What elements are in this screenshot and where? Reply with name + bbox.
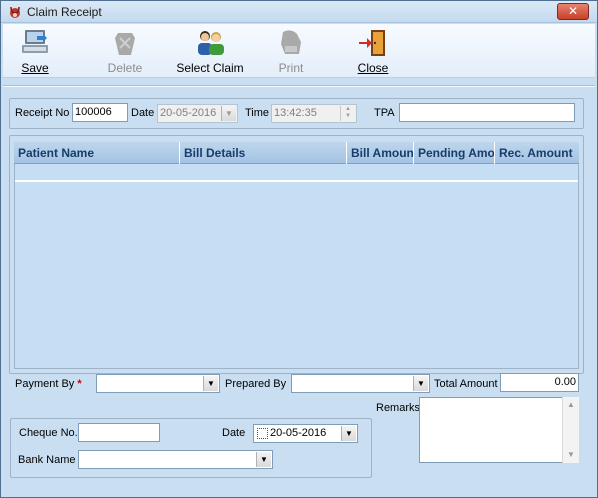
print-button[interactable]: Print (273, 26, 309, 76)
cheque-date-picker[interactable]: 20-05-2016 ▼ (253, 424, 358, 443)
total-amount-label: Total Amount (434, 378, 498, 390)
time-label: Time (245, 107, 270, 119)
print-icon (281, 30, 301, 54)
save-computer-icon (22, 30, 48, 53)
payment-by-label: Payment By * (15, 378, 82, 390)
chevron-down-icon: ▼ (413, 376, 428, 391)
delete-button[interactable]: Delete (105, 26, 145, 76)
receipt-no-input[interactable]: 100006 (72, 103, 128, 122)
tpa-label: TPA (374, 107, 395, 119)
prepared-by-label: Prepared By (225, 378, 287, 390)
chevron-down-icon: ▼ (221, 106, 236, 121)
remarks-textarea[interactable]: ▲ ▼ (419, 397, 579, 463)
bank-name-label: Bank Name (18, 454, 76, 466)
date-value: 20-05-2016 (160, 107, 217, 119)
column-header-pending-amount[interactable]: Pending Amount (414, 142, 495, 164)
users-icon (198, 31, 224, 55)
remarks-label: Remarks (376, 402, 421, 414)
column-header-patient-name[interactable]: Patient Name (14, 142, 180, 164)
chevron-down-icon: ▼ (203, 376, 218, 391)
claims-grid[interactable] (14, 164, 579, 369)
chevron-down-icon: ▼ (256, 452, 271, 467)
receipt-no-label: Receipt No (15, 107, 70, 119)
toolbar-separator (3, 85, 595, 87)
scroll-up-icon[interactable]: ▲ (563, 397, 579, 413)
time-value: 13:42:35 (274, 107, 317, 119)
scroll-down-icon[interactable]: ▼ (563, 447, 579, 463)
delete-icon (115, 33, 135, 55)
select-claim-label: Select Claim (176, 61, 244, 75)
cheque-no-label: Cheque No. (19, 427, 78, 439)
close-label: Close (357, 61, 389, 75)
tpa-input[interactable] (399, 103, 575, 122)
remarks-scrollbar[interactable]: ▲ ▼ (562, 397, 579, 463)
exit-door-icon (359, 30, 385, 56)
bank-name-select[interactable]: ▼ (78, 450, 273, 469)
column-header-rec-amount[interactable]: Rec. Amount (495, 142, 579, 164)
print-label: Print (278, 61, 304, 75)
cheque-no-input[interactable] (78, 423, 160, 442)
spinner-arrows-icon: ▲ ▼ (340, 106, 355, 121)
stethoscope-icon (10, 6, 20, 18)
select-claim-button[interactable]: Select Claim (175, 26, 245, 76)
prepared-by-select[interactable]: ▼ (291, 374, 430, 393)
checkbox-icon[interactable] (257, 428, 268, 439)
time-picker[interactable]: 13:42:35 ▲ ▼ (271, 104, 357, 123)
chevron-down-icon: ▼ (341, 426, 356, 441)
date-picker[interactable]: 20-05-2016 ▼ (157, 104, 238, 123)
grid-new-row[interactable] (15, 180, 578, 182)
title-bar[interactable]: Claim Receipt ✕ (1, 1, 597, 23)
column-header-bill-amount[interactable]: Bill Amount (347, 142, 414, 164)
total-amount-input[interactable]: 0.00 (500, 373, 579, 392)
delete-label: Delete (107, 61, 143, 75)
required-mark: * (77, 378, 82, 390)
date-label: Date (131, 107, 155, 119)
payment-by-select[interactable]: ▼ (96, 374, 220, 393)
window-close-button[interactable]: ✕ (557, 3, 589, 20)
cheque-date-label: Date (222, 427, 246, 439)
claim-receipt-window: Claim Receipt ✕ Save Delete Select Claim… (0, 0, 598, 498)
window-title: Claim Receipt (27, 5, 102, 19)
grid-header: Patient Name Bill Details Bill Amount Pe… (14, 142, 579, 164)
column-header-bill-details[interactable]: Bill Details (180, 142, 347, 164)
toolbar: Save Delete Select Claim Print Close (3, 24, 595, 78)
cheque-date-value: 20-05-2016 (270, 427, 327, 439)
save-label: Save (21, 61, 49, 75)
save-button[interactable]: Save (17, 26, 53, 76)
close-button[interactable]: Close (355, 26, 391, 76)
